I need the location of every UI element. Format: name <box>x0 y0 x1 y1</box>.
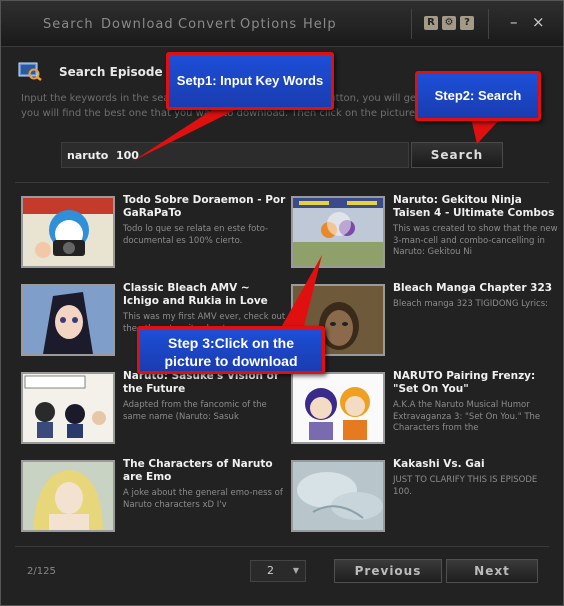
result-item[interactable]: Todo Sobre Doraemon - Por GaRaPaTo Todo … <box>21 194 289 280</box>
step3-text: Step 3:Click on the <box>167 335 295 351</box>
step3-callout: Step 3:Click on the picture to download <box>137 326 325 374</box>
result-title[interactable]: NARUTO Pairing Frenzy: "Set On You" <box>393 370 558 396</box>
result-item[interactable]: Kakashi Vs. Gai JUST TO CLARIFY THIS IS … <box>291 458 559 544</box>
menu-bar: Search Download Convert Options Help R ⚙… <box>1 1 563 47</box>
page-select[interactable]: 2 ▼ <box>250 560 306 582</box>
step2-text: Step2: Search <box>434 88 522 103</box>
result-description: A.K.A the Naruto Musical Humor Extravaga… <box>393 400 541 433</box>
settings-icon[interactable]: ⚙ <box>442 16 456 30</box>
page-select-value: 2 <box>267 564 274 577</box>
help-icon[interactable]: ? <box>460 16 474 30</box>
menu-divider <box>411 9 412 39</box>
result-description: Adapted from the fancomic of the same na… <box>123 400 267 422</box>
result-item[interactable]: Bleach Manga Chapter 323 Bleach manga 32… <box>291 282 559 368</box>
video-thumbnail[interactable] <box>21 372 115 444</box>
page-count: 2/125 <box>27 566 56 577</box>
result-description: JUST TO CLARIFY THIS IS EPISODE 100. <box>393 475 538 497</box>
next-label: Next <box>474 564 510 578</box>
result-title[interactable]: Todo Sobre Doraemon - Por GaRaPaTo <box>123 194 288 220</box>
search-button[interactable]: Search <box>411 142 503 168</box>
result-description: Bleach manga 323 TIGIDONG Lyrics: <box>393 299 548 309</box>
app-window: Search Download Convert Options Help R ⚙… <box>0 0 564 606</box>
result-title[interactable]: Naruto: Gekitou Ninja Taisen 4 - Ultimat… <box>393 194 558 220</box>
search-episode-icon <box>18 62 42 81</box>
video-thumbnail[interactable] <box>291 460 385 532</box>
result-title[interactable]: The Characters of Naruto are Emo <box>123 458 288 484</box>
chevron-down-icon: ▼ <box>292 566 299 575</box>
video-thumbnail[interactable] <box>21 196 115 268</box>
result-item[interactable]: Naruto: Gekitou Ninja Taisen 4 - Ultimat… <box>291 194 559 280</box>
close-button[interactable]: × <box>532 13 545 31</box>
previous-label: Previous <box>354 564 422 578</box>
previous-button[interactable]: Previous <box>334 559 442 583</box>
result-item[interactable]: NARUTO Pairing Frenzy: "Set On You" A.K.… <box>291 370 559 456</box>
register-icon[interactable]: R <box>424 16 438 30</box>
result-title[interactable]: Classic Bleach AMV ~ Ichigo and Rukia in… <box>123 282 288 308</box>
minimize-button[interactable]: – <box>510 13 518 31</box>
step2-callout: Step2: Search <box>415 71 541 121</box>
menu-help[interactable]: Help <box>303 17 337 32</box>
result-item[interactable]: Naruto: Sasuke's Vision of the Future Ad… <box>21 370 289 456</box>
result-title[interactable]: Kakashi Vs. Gai <box>393 458 558 471</box>
result-description: This was created to show that the new 3-… <box>393 224 558 257</box>
step2-arrow <box>471 118 501 144</box>
divider <box>15 182 549 183</box>
menu-divider <box>488 9 489 39</box>
step1-callout: Setp1: Input Key Words <box>166 52 334 110</box>
video-thumbnail[interactable] <box>21 284 115 356</box>
video-thumbnail[interactable] <box>291 196 385 268</box>
result-description: A joke about the general emo-ness of Nar… <box>123 488 283 510</box>
video-thumbnail[interactable] <box>291 372 385 444</box>
video-thumbnail[interactable] <box>21 460 115 532</box>
step1-text: Setp1: Input Key Words <box>176 73 324 88</box>
divider <box>15 546 549 547</box>
result-item[interactable]: The Characters of Naruto are Emo A joke … <box>21 458 289 544</box>
result-title[interactable]: Bleach Manga Chapter 323 <box>393 282 558 295</box>
menu-download[interactable]: Download <box>101 17 174 32</box>
menu-convert[interactable]: Convert <box>178 17 236 32</box>
next-button[interactable]: Next <box>446 559 538 583</box>
page-title: Search Episode <box>59 65 163 79</box>
search-input[interactable] <box>61 142 409 168</box>
step3-text: picture to download <box>164 353 298 369</box>
result-description: Todo lo que se relata en este foto-docum… <box>123 224 269 246</box>
menu-search[interactable]: Search <box>43 17 94 32</box>
menu-options[interactable]: Options <box>240 17 297 32</box>
